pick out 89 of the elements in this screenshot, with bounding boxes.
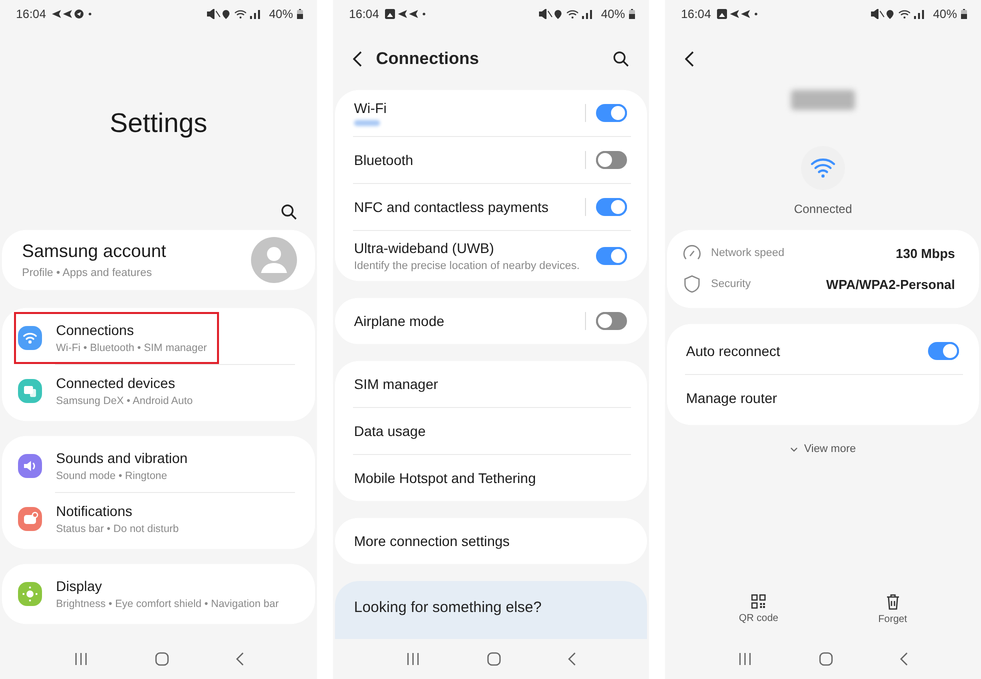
toggle-switch[interactable] bbox=[928, 342, 959, 360]
account-card[interactable]: Samsung account Profile • Apps and features bbox=[2, 230, 315, 290]
item-title: Data usage bbox=[354, 423, 427, 439]
recent-apps-icon[interactable] bbox=[738, 653, 752, 665]
action-label: QR code bbox=[738, 613, 778, 624]
view-more-link[interactable]: View more bbox=[790, 443, 856, 455]
item-title: Mobile Hotspot and Tethering bbox=[354, 470, 537, 486]
status-icons-drawing bbox=[538, 9, 595, 19]
info-label: Security bbox=[711, 278, 751, 290]
battery-level: 40% bbox=[932, 7, 957, 21]
status-icons-drawing bbox=[206, 9, 263, 19]
toggle-switch[interactable] bbox=[596, 104, 627, 122]
connection-item[interactable]: Data usage bbox=[335, 408, 647, 454]
settings-item[interactable]: Notifications Status bar • Do not disturb bbox=[14, 493, 191, 545]
trash-icon bbox=[886, 594, 900, 610]
status-time: 16:04 bbox=[681, 7, 712, 21]
back-icon[interactable] bbox=[353, 51, 362, 67]
item-subtitle: Identify the precise location of nearby devices. bbox=[354, 260, 581, 272]
home-icon[interactable] bbox=[486, 652, 501, 666]
account-subtitle: Profile • Apps and features bbox=[22, 267, 153, 279]
battery-level: 40% bbox=[600, 7, 625, 21]
item-title: Notifications bbox=[56, 503, 134, 519]
toggle-switch[interactable] bbox=[596, 151, 627, 169]
search-icon[interactable] bbox=[281, 204, 297, 220]
qr-code-icon bbox=[751, 594, 766, 609]
info-value: WPA/WPA2-Personal bbox=[826, 276, 955, 292]
item-subtitle: Wi-Fi • Bluetooth • SIM manager bbox=[56, 342, 207, 354]
settings-item[interactable]: Connections Wi-Fi • Bluetooth • SIM manager bbox=[14, 312, 219, 364]
info-value: 130 Mbps bbox=[896, 246, 955, 260]
connection-item[interactable]: NFC and contactless payments bbox=[335, 184, 647, 230]
action-button[interactable]: Forget bbox=[878, 594, 908, 625]
item-title: Ultra-wideband (UWB) bbox=[354, 240, 496, 256]
recent-apps-icon[interactable] bbox=[74, 653, 88, 665]
option-item[interactable]: Manage router bbox=[667, 375, 979, 421]
item-title: Manage router bbox=[686, 390, 778, 406]
connection-item[interactable]: Airplane mode bbox=[335, 298, 647, 344]
shield-icon bbox=[683, 275, 701, 293]
item-title: Wi-Fi bbox=[354, 100, 388, 116]
connection-item[interactable]: SIM manager bbox=[335, 361, 647, 407]
connection-item[interactable]: Bluetooth bbox=[335, 137, 647, 183]
item-subtitle: Brightness • Eye comfort shield • Navigation bar bbox=[56, 598, 279, 610]
item-title: Connections bbox=[56, 322, 135, 338]
connection-item[interactable]: More connection settings bbox=[335, 518, 647, 564]
settings-item[interactable]: Sounds and vibration Sound mode • Ringtone bbox=[14, 440, 200, 492]
item-subtitle: Samsung DeX • Android Auto bbox=[56, 395, 193, 407]
home-icon[interactable] bbox=[818, 652, 833, 666]
chevron-down-icon bbox=[790, 446, 798, 452]
toggle-switch[interactable] bbox=[596, 312, 627, 330]
item-title: Display bbox=[56, 578, 103, 594]
info-label: Network speed bbox=[711, 247, 784, 259]
option-item[interactable]: Auto reconnect bbox=[667, 328, 979, 374]
item-title: Auto reconnect bbox=[686, 343, 780, 359]
item-title: Airplane mode bbox=[354, 313, 446, 329]
battery-icon bbox=[629, 9, 635, 19]
connection-item[interactable]: Ultra-wideband (UWB) Identify the precise location of nearby devices. bbox=[335, 231, 647, 281]
connection-item[interactable]: Mobile Hotspot and Tethering bbox=[335, 455, 647, 501]
toggle-switch[interactable] bbox=[596, 198, 627, 216]
connection-item[interactable]: Wi-Fi bbox=[335, 90, 647, 136]
back-icon[interactable] bbox=[685, 51, 694, 67]
home-icon[interactable] bbox=[154, 652, 168, 666]
status-icons-drawing bbox=[870, 9, 927, 19]
screen-title: Settings bbox=[110, 108, 208, 139]
item-title: More connection settings bbox=[354, 533, 511, 549]
item-title: Connected devices bbox=[56, 375, 176, 391]
battery-icon bbox=[961, 9, 967, 19]
view-more-label: View more bbox=[804, 443, 856, 455]
redacted-text-drawing bbox=[791, 90, 855, 110]
item-title: Sounds and vibration bbox=[56, 450, 188, 466]
item-title: NFC and contactless payments bbox=[354, 199, 550, 215]
status-time: 16:04 bbox=[349, 7, 380, 21]
battery-icon bbox=[297, 9, 303, 19]
suggestion-card[interactable]: Looking for something else? bbox=[335, 581, 647, 639]
item-title: SIM manager bbox=[354, 376, 440, 392]
item-subtitle: Sound mode • Ringtone bbox=[56, 470, 168, 482]
settings-item[interactable]: Connected devices Samsung DeX • Android Auto bbox=[14, 365, 205, 417]
battery-level: 40% bbox=[268, 7, 293, 21]
item-title: Bluetooth bbox=[354, 152, 414, 168]
item-subtitle: Status bar • Do not disturb bbox=[56, 523, 179, 535]
connection-status: Connected bbox=[794, 202, 852, 216]
toggle-switch[interactable] bbox=[596, 247, 627, 265]
speedometer-icon bbox=[683, 245, 701, 261]
recent-apps-icon[interactable] bbox=[406, 653, 420, 665]
status-time: 16:04 bbox=[16, 7, 46, 21]
search-icon[interactable] bbox=[613, 51, 629, 67]
action-label: Forget bbox=[878, 614, 908, 625]
screen-title: Connections bbox=[376, 49, 479, 69]
account-name: Samsung account bbox=[22, 241, 168, 262]
avatar-icon bbox=[251, 237, 297, 283]
action-button[interactable]: QR code bbox=[738, 594, 778, 625]
